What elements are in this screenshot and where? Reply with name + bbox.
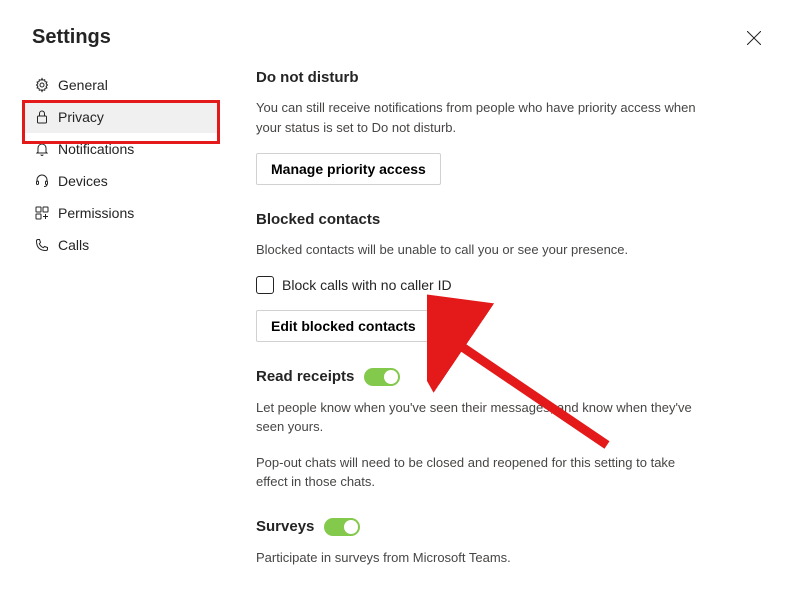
sidebar-item-label: Permissions [58, 205, 134, 221]
read-receipts-toggle[interactable] [364, 368, 400, 386]
section-title: Do not disturb [256, 69, 708, 86]
sidebar-item-label: General [58, 77, 108, 93]
apps-icon [34, 205, 50, 221]
edit-blocked-contacts-button[interactable]: Edit blocked contacts [256, 310, 431, 342]
toggle-label: Read receipts [256, 368, 354, 385]
settings-header: Settings [0, 0, 797, 69]
section-description: You can still receive notifications from… [256, 98, 708, 137]
lock-icon [34, 109, 50, 125]
sidebar-item-privacy[interactable]: Privacy [24, 101, 220, 133]
bell-icon [34, 141, 50, 157]
phone-icon [34, 237, 50, 253]
block-no-caller-id-checkbox[interactable]: Block calls with no caller ID [256, 276, 708, 294]
sidebar-item-notifications[interactable]: Notifications [24, 133, 220, 165]
section-do-not-disturb: Do not disturb You can still receive not… [256, 69, 708, 185]
section-description: Let people know when you've seen their m… [256, 398, 708, 437]
sidebar-item-label: Calls [58, 237, 89, 253]
sidebar-item-permissions[interactable]: Permissions [24, 197, 220, 229]
section-description: Participate in surveys from Microsoft Te… [256, 548, 708, 568]
surveys-toggle[interactable] [324, 518, 360, 536]
gear-icon [34, 77, 50, 93]
section-read-receipts: Read receipts Let people know when you'v… [256, 368, 708, 492]
close-icon [747, 31, 761, 45]
manage-priority-access-button[interactable]: Manage priority access [256, 153, 441, 185]
toggle-label: Surveys [256, 518, 314, 535]
close-button[interactable] [743, 27, 765, 49]
section-description: Pop-out chats will need to be closed and… [256, 453, 708, 492]
checkbox-label: Block calls with no caller ID [282, 277, 452, 293]
sidebar-item-label: Devices [58, 173, 108, 189]
settings-sidebar: General Privacy Notifications [24, 69, 220, 593]
sidebar-item-general[interactable]: General [24, 69, 220, 101]
section-title: Blocked contacts [256, 211, 708, 228]
checkbox-box [256, 276, 274, 294]
sidebar-item-label: Privacy [58, 109, 104, 125]
sidebar-item-label: Notifications [58, 141, 134, 157]
section-blocked-contacts: Blocked contacts Blocked contacts will b… [256, 211, 708, 342]
sidebar-item-calls[interactable]: Calls [24, 229, 220, 261]
section-description: Blocked contacts will be unable to call … [256, 240, 708, 260]
settings-main: Do not disturb You can still receive not… [220, 69, 740, 593]
page-title: Settings [32, 26, 111, 49]
sidebar-item-devices[interactable]: Devices [24, 165, 220, 197]
headset-icon [34, 173, 50, 189]
section-surveys: Surveys Participate in surveys from Micr… [256, 518, 708, 568]
